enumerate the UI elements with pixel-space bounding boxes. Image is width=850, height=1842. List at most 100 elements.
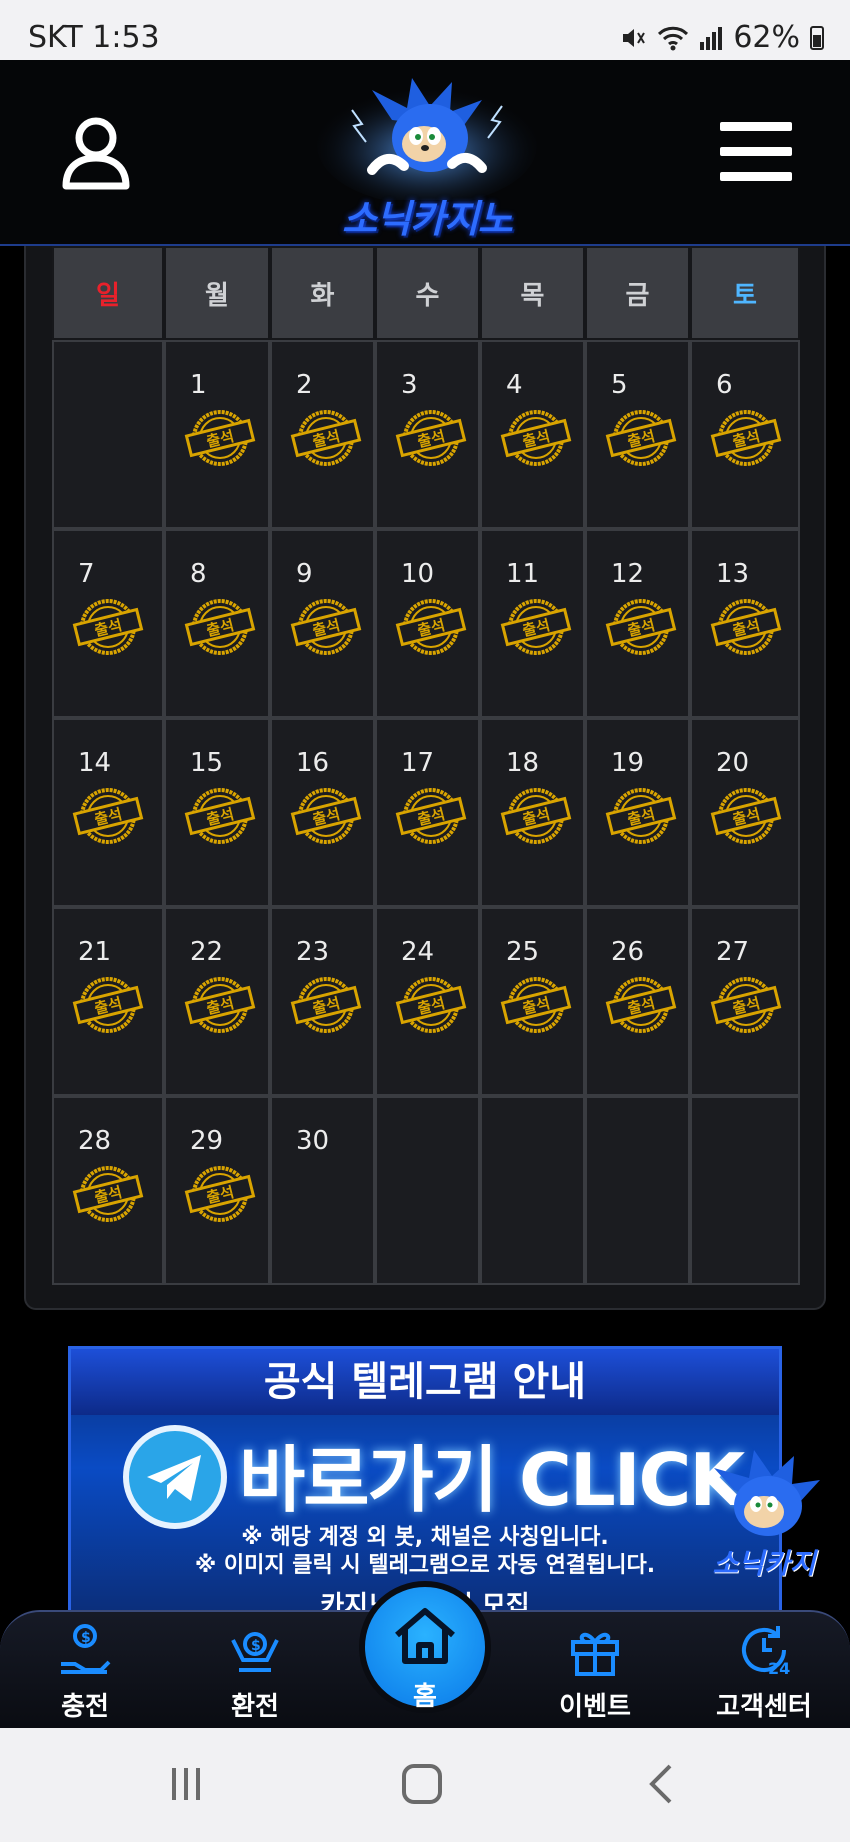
floating-mascot-button[interactable]: 소닉카지	[694, 1440, 834, 1580]
app-header: 소닉카지노	[0, 60, 850, 246]
day-number: 16	[296, 748, 330, 778]
day-number: 25	[506, 937, 540, 967]
telegram-banner[interactable]: 공식 텔레그램 안내 바로가기 CLICK ※ 해당 계정 외 봇, 채널은 사…	[68, 1346, 782, 1616]
svg-text:$: $	[251, 1638, 261, 1654]
calendar-day-30[interactable]: 30	[270, 1096, 375, 1285]
attendance-stamp-icon: 출석	[290, 599, 362, 655]
nav-event[interactable]: 이벤트	[540, 1620, 650, 1723]
hamburger-menu-icon[interactable]	[720, 122, 792, 186]
nav-support[interactable]: 24 고객센터	[704, 1620, 824, 1723]
attendance-stamp-icon: 출석	[395, 410, 467, 466]
attendance-stamp-icon: 출석	[500, 410, 572, 466]
calendar-day-22[interactable]: 22 출석	[164, 907, 270, 1096]
calendar-day-26[interactable]: 26 출석	[585, 907, 690, 1096]
day-number: 18	[506, 748, 540, 778]
battery-icon	[810, 25, 824, 50]
banner-title: 공식 텔레그램 안내	[71, 1349, 779, 1415]
calendar-day-27[interactable]: 27 출석	[690, 907, 800, 1096]
calendar-day-28[interactable]: 28 출석	[52, 1096, 164, 1285]
calendar-day-23[interactable]: 23 출석	[270, 907, 375, 1096]
calendar-day-18[interactable]: 18 출석	[480, 718, 585, 907]
attendance-stamp-icon: 출석	[395, 599, 467, 655]
status-time: SKT 1:53	[28, 20, 160, 55]
calendar-day-6[interactable]: 6 출석	[690, 340, 800, 529]
calendar-weekday-header: 일월화수목금토	[52, 246, 800, 340]
calendar-day-9[interactable]: 9 출석	[270, 529, 375, 718]
status-icons: 62%	[619, 20, 824, 55]
attendance-stamp-icon: 출석	[605, 599, 677, 655]
attendance-stamp-icon: 출석	[710, 410, 782, 466]
home-icon	[395, 1608, 455, 1664]
calendar-week-row: 1 출석 2 출석 3 출석 4 출석 5 출석 6 출석	[52, 340, 800, 529]
calendar-day-7[interactable]: 7 출석	[52, 529, 164, 718]
calendar-day-29[interactable]: 29 출석	[164, 1096, 270, 1285]
day-number: 2	[296, 370, 313, 400]
nav-deposit-label: 충전	[61, 1692, 109, 1722]
day-number: 20	[716, 748, 750, 778]
user-icon[interactable]	[60, 116, 132, 192]
day-number: 21	[78, 937, 112, 967]
support-24-icon: 24	[742, 1626, 790, 1678]
site-logo[interactable]: 소닉카지노	[312, 70, 542, 241]
calendar-day-3[interactable]: 3 출석	[375, 340, 480, 529]
calendar-day-20[interactable]: 20 출석	[690, 718, 800, 907]
attendance-stamp-icon: 출석	[500, 788, 572, 844]
calendar-day-19[interactable]: 19 출석	[585, 718, 690, 907]
nav-support-label: 고객센터	[716, 1692, 812, 1722]
calendar-day-11[interactable]: 11 출석	[480, 529, 585, 718]
recent-apps-icon[interactable]	[166, 1764, 206, 1804]
signal-icon	[700, 26, 723, 50]
attendance-stamp-icon: 출석	[72, 599, 144, 655]
calendar-day-5[interactable]: 5 출석	[585, 340, 690, 529]
day-number: 14	[78, 748, 112, 778]
weekday-6: 토	[690, 246, 800, 340]
nav-deposit[interactable]: $ 충전	[30, 1620, 140, 1723]
withdraw-icon: $	[231, 1632, 279, 1672]
calendar-day-17[interactable]: 17 출석	[375, 718, 480, 907]
day-number: 29	[190, 1126, 224, 1156]
attendance-stamp-icon: 출석	[710, 599, 782, 655]
calendar-day-25[interactable]: 25 출석	[480, 907, 585, 1096]
attendance-stamp-icon: 출석	[72, 788, 144, 844]
calendar-day-2[interactable]: 2 출석	[270, 340, 375, 529]
calendar-day-21[interactable]: 21 출석	[52, 907, 164, 1096]
day-number: 12	[611, 559, 645, 589]
day-number: 4	[506, 370, 523, 400]
attendance-stamp-icon: 출석	[290, 410, 362, 466]
calendar-day-13[interactable]: 13 출석	[690, 529, 800, 718]
calendar-day-24[interactable]: 24 출석	[375, 907, 480, 1096]
gift-icon	[571, 1632, 619, 1676]
back-icon[interactable]	[646, 1764, 676, 1804]
weekday-3: 수	[375, 246, 480, 340]
home-system-icon[interactable]	[400, 1764, 444, 1804]
day-number: 30	[296, 1126, 330, 1156]
attendance-stamp-icon: 출석	[184, 410, 256, 466]
calendar-day-16[interactable]: 16 출석	[270, 718, 375, 907]
calendar-day-14[interactable]: 14 출석	[52, 718, 164, 907]
attendance-stamp-icon: 출석	[72, 1166, 144, 1222]
weekday-4: 목	[480, 246, 585, 340]
calendar-day-8[interactable]: 8 출석	[164, 529, 270, 718]
attendance-stamp-icon: 출석	[395, 977, 467, 1033]
weekday-0: 일	[52, 246, 164, 340]
day-number: 9	[296, 559, 313, 589]
nav-withdraw[interactable]: $ 환전	[200, 1620, 310, 1723]
calendar-day-10[interactable]: 10 출석	[375, 529, 480, 718]
banner-notice-2: ※ 이미지 클릭 시 텔레그램으로 자동 연결됩니다.	[194, 1553, 656, 1578]
status-bar: SKT 1:53 62%	[0, 0, 850, 60]
day-number: 3	[401, 370, 418, 400]
telegram-icon	[123, 1425, 227, 1529]
calendar-day-4[interactable]: 4 출석	[480, 340, 585, 529]
calendar-day-1[interactable]: 1 출석	[164, 340, 270, 529]
calendar-day-15[interactable]: 15 출석	[164, 718, 270, 907]
calendar-empty-cell	[690, 1096, 800, 1285]
weekday-5: 금	[585, 246, 690, 340]
banner-cta: 바로가기 CLICK	[239, 1438, 745, 1522]
nav-home[interactable]: 홈	[359, 1581, 491, 1713]
calendar-empty-cell	[480, 1096, 585, 1285]
battery-percent: 62%	[733, 20, 800, 55]
calendar-day-12[interactable]: 12 출석	[585, 529, 690, 718]
deposit-icon: $	[61, 1624, 111, 1674]
day-number: 15	[190, 748, 224, 778]
day-number: 17	[401, 748, 435, 778]
